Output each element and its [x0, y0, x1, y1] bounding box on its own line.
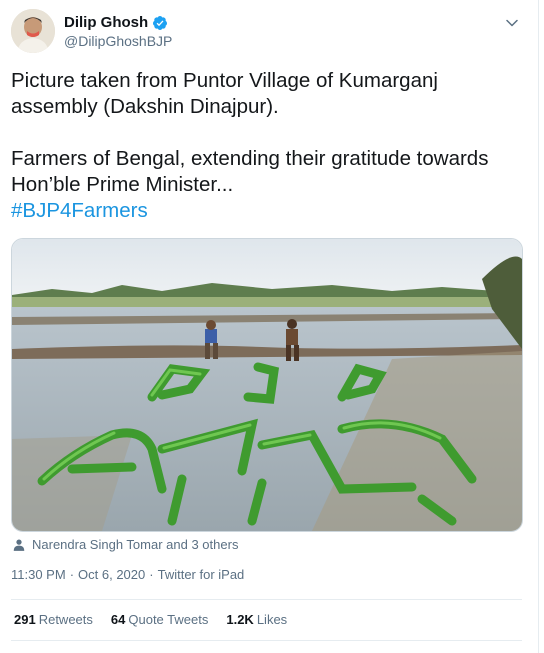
- meta-separator: ·: [149, 567, 154, 582]
- chevron-down-icon[interactable]: [502, 13, 522, 33]
- hashtag-link[interactable]: #BJP4Farmers: [11, 199, 148, 222]
- divider: [11, 640, 522, 641]
- tweet-meta: 11:30 PM · Oct 6, 2020 · Twitter for iPa…: [11, 567, 244, 582]
- avatar-image: [11, 9, 55, 53]
- retweets-count: 291: [14, 612, 36, 627]
- retweets-stat[interactable]: 291 Retweets: [14, 612, 93, 627]
- tweet-photo[interactable]: [11, 238, 523, 532]
- tweet-date[interactable]: Oct 6, 2020: [78, 567, 145, 582]
- paddy-field-photo: [12, 239, 522, 531]
- person-icon: [13, 538, 25, 551]
- tweet-source[interactable]: Twitter for iPad: [158, 567, 245, 582]
- tweet-time[interactable]: 11:30 PM: [11, 567, 66, 582]
- verified-badge-icon: [153, 15, 168, 30]
- likes-stat[interactable]: 1.2K Likes: [226, 612, 287, 627]
- avatar[interactable]: [11, 9, 55, 53]
- tweet-text: Picture taken from Puntor Village of Kum…: [11, 68, 521, 224]
- quote-tweets-label: Quote Tweets: [128, 612, 209, 627]
- likes-label: Likes: [256, 612, 288, 627]
- tweet-card: Dilip Ghosh @DilipGhoshBJP Picture taken…: [0, 0, 539, 653]
- author-name[interactable]: Dilip Ghosh: [64, 14, 148, 31]
- tweet-header: Dilip Ghosh @DilipGhoshBJP: [11, 9, 528, 57]
- meta-separator: ·: [69, 567, 75, 582]
- retweets-label: Retweets: [38, 612, 93, 627]
- tagged-label: Narendra Singh Tomar and 3 others: [32, 537, 239, 552]
- quote-tweets-stat[interactable]: 64 Quote Tweets: [111, 612, 208, 627]
- divider: [11, 599, 522, 600]
- tweet-body: Picture taken from Puntor Village of Kum…: [11, 69, 489, 196]
- likes-count: 1.2K: [226, 612, 254, 627]
- tagged-people[interactable]: Narendra Singh Tomar and 3 others: [12, 537, 238, 552]
- tweet-stats: 291 Retweets 64 Quote Tweets 1.2K Likes: [14, 612, 287, 627]
- author-handle[interactable]: @DilipGhoshBJP: [64, 33, 172, 49]
- quote-tweets-count: 64: [110, 612, 126, 627]
- author-name-row: Dilip Ghosh: [64, 14, 168, 31]
